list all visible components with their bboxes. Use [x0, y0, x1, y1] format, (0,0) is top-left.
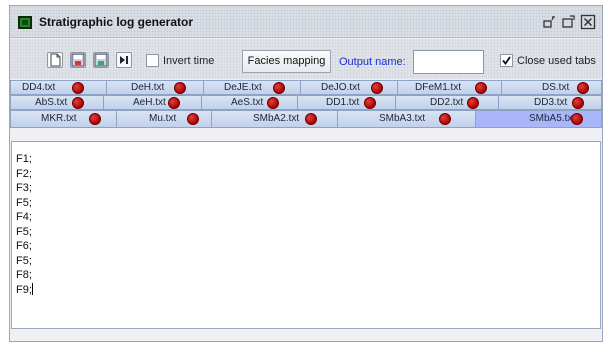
output-name-input[interactable] — [413, 50, 484, 74]
tab-label: DD4.txt — [22, 82, 56, 93]
play-step-icon[interactable] — [116, 52, 132, 68]
log-line: F9; — [16, 283, 32, 296]
tab-dfem1[interactable]: DFeM1.txt — [398, 80, 502, 95]
maximize-icon[interactable] — [560, 14, 576, 30]
log-line: F1; — [16, 153, 32, 165]
tab-dd3[interactable]: DD3.txt — [499, 95, 602, 110]
tab-close-icon[interactable] — [577, 82, 589, 94]
log-line: F4; — [16, 211, 32, 223]
log-line: F2; — [16, 167, 32, 180]
tab-dd1[interactable]: DD1.txt — [298, 95, 396, 110]
tab-label: DeH.txt — [131, 82, 165, 93]
save-icon[interactable] — [70, 52, 86, 68]
log-line: F3; — [16, 182, 32, 194]
tab-row-2: AbS.txt AeH.txt AeS.txt DD1.txt DD2.txt … — [10, 95, 602, 110]
checkmark-icon — [502, 56, 511, 65]
tab-smba5[interactable]: SMbA5.txt — [476, 110, 602, 128]
tab-abs[interactable]: AbS.txt — [10, 95, 104, 110]
tab-close-icon[interactable] — [571, 113, 583, 125]
tab-label: Mu.txt — [149, 113, 177, 124]
tab-close-icon[interactable] — [467, 97, 479, 109]
tab-deje[interactable]: DeJE.txt — [204, 80, 301, 95]
tab-close-icon[interactable] — [187, 113, 199, 125]
tab-close-icon[interactable] — [305, 113, 317, 125]
tab-label: DD3.txt — [534, 97, 568, 108]
tab-label: MKR.txt — [41, 113, 77, 124]
close-icon[interactable] — [580, 14, 596, 30]
text-caret — [31, 282, 33, 295]
tab-label: SMbA5.txt — [529, 113, 576, 124]
tab-deh[interactable]: DeH.txt — [107, 80, 204, 95]
tab-dd2[interactable]: DD2.txt — [396, 95, 499, 110]
log-line-last: F9; — [16, 282, 33, 298]
tab-close-icon[interactable] — [364, 97, 376, 109]
tab-aes[interactable]: AeS.txt — [202, 95, 298, 110]
log-line: F8; — [16, 269, 32, 281]
log-line: F5; — [16, 196, 32, 209]
tab-close-icon[interactable] — [439, 113, 451, 125]
tab-aeh[interactable]: AeH.txt — [104, 95, 202, 110]
tab-dejo[interactable]: DeJO.txt — [301, 80, 398, 95]
tab-close-icon[interactable] — [72, 82, 84, 94]
tab-smba2[interactable]: SMbA2.txt — [212, 110, 338, 128]
window-title: Stratigraphic log generator — [39, 15, 194, 29]
tab-label: DeJO.txt — [321, 82, 360, 93]
tab-close-icon[interactable] — [174, 82, 186, 94]
tab-close-icon[interactable] — [273, 82, 285, 94]
main-window: Stratigraphic log generator Invert time — [9, 5, 603, 342]
tab-label: SMbA2.txt — [253, 113, 300, 124]
tab-row-3: MKR.txt Mu.txt SMbA2.txt SMbA3.txt SMbA5… — [10, 110, 602, 128]
close-used-tabs-label: Close used tabs — [517, 55, 596, 67]
minimize-icon[interactable] — [541, 14, 557, 30]
tab-dd4[interactable]: DD4.txt — [10, 80, 107, 95]
tab-label: SMbA3.txt — [379, 113, 426, 124]
tab-close-icon[interactable] — [371, 82, 383, 94]
tab-mu[interactable]: Mu.txt — [117, 110, 212, 128]
tab-close-icon[interactable] — [572, 97, 584, 109]
log-line: F6; — [16, 240, 32, 252]
save-as-icon[interactable] — [93, 52, 109, 68]
new-file-icon[interactable] — [47, 52, 63, 68]
tab-label: DeJE.txt — [224, 82, 262, 93]
tab-label: DD2.txt — [430, 97, 464, 108]
tab-mkr[interactable]: MKR.txt — [10, 110, 117, 128]
tab-label: DD1.txt — [326, 97, 360, 108]
toolbar: Invert time Facies mapping Output name: … — [10, 39, 602, 79]
tab-close-icon[interactable] — [72, 97, 84, 109]
tab-ds[interactable]: DS.txt — [502, 80, 602, 95]
log-text-area[interactable]: F1; F2; F3; F5; F4; F5; F6; F5; F8; F9; — [11, 141, 601, 329]
tab-close-icon[interactable] — [267, 97, 279, 109]
tab-close-icon[interactable] — [89, 113, 101, 125]
tab-label: AbS.txt — [35, 97, 68, 108]
log-line: F5; — [16, 254, 32, 267]
tab-label: DS.txt — [542, 82, 570, 93]
invert-time-label: Invert time — [163, 55, 215, 67]
tab-close-icon[interactable] — [168, 97, 180, 109]
tab-row-1: DD4.txt DeH.txt DeJE.txt DeJO.txt DFeM1.… — [10, 80, 602, 95]
log-lines: F1; F2; F3; F5; F4; F5; F6; F5; F8; F9; — [16, 152, 33, 297]
app-icon — [18, 16, 32, 29]
tab-smba3[interactable]: SMbA3.txt — [338, 110, 476, 128]
tab-label: AeH.txt — [133, 97, 166, 108]
invert-time-checkbox[interactable] — [146, 54, 159, 67]
tab-label: DFeM1.txt — [415, 82, 462, 93]
tab-label: AeS.txt — [231, 97, 264, 108]
tab-close-icon[interactable] — [475, 82, 487, 94]
title-bar[interactable]: Stratigraphic log generator — [10, 6, 602, 38]
output-name-label: Output name: — [339, 56, 406, 68]
facies-mapping-button[interactable]: Facies mapping — [242, 50, 331, 73]
log-line: F5; — [16, 225, 32, 238]
close-used-tabs-checkbox[interactable] — [500, 54, 513, 67]
